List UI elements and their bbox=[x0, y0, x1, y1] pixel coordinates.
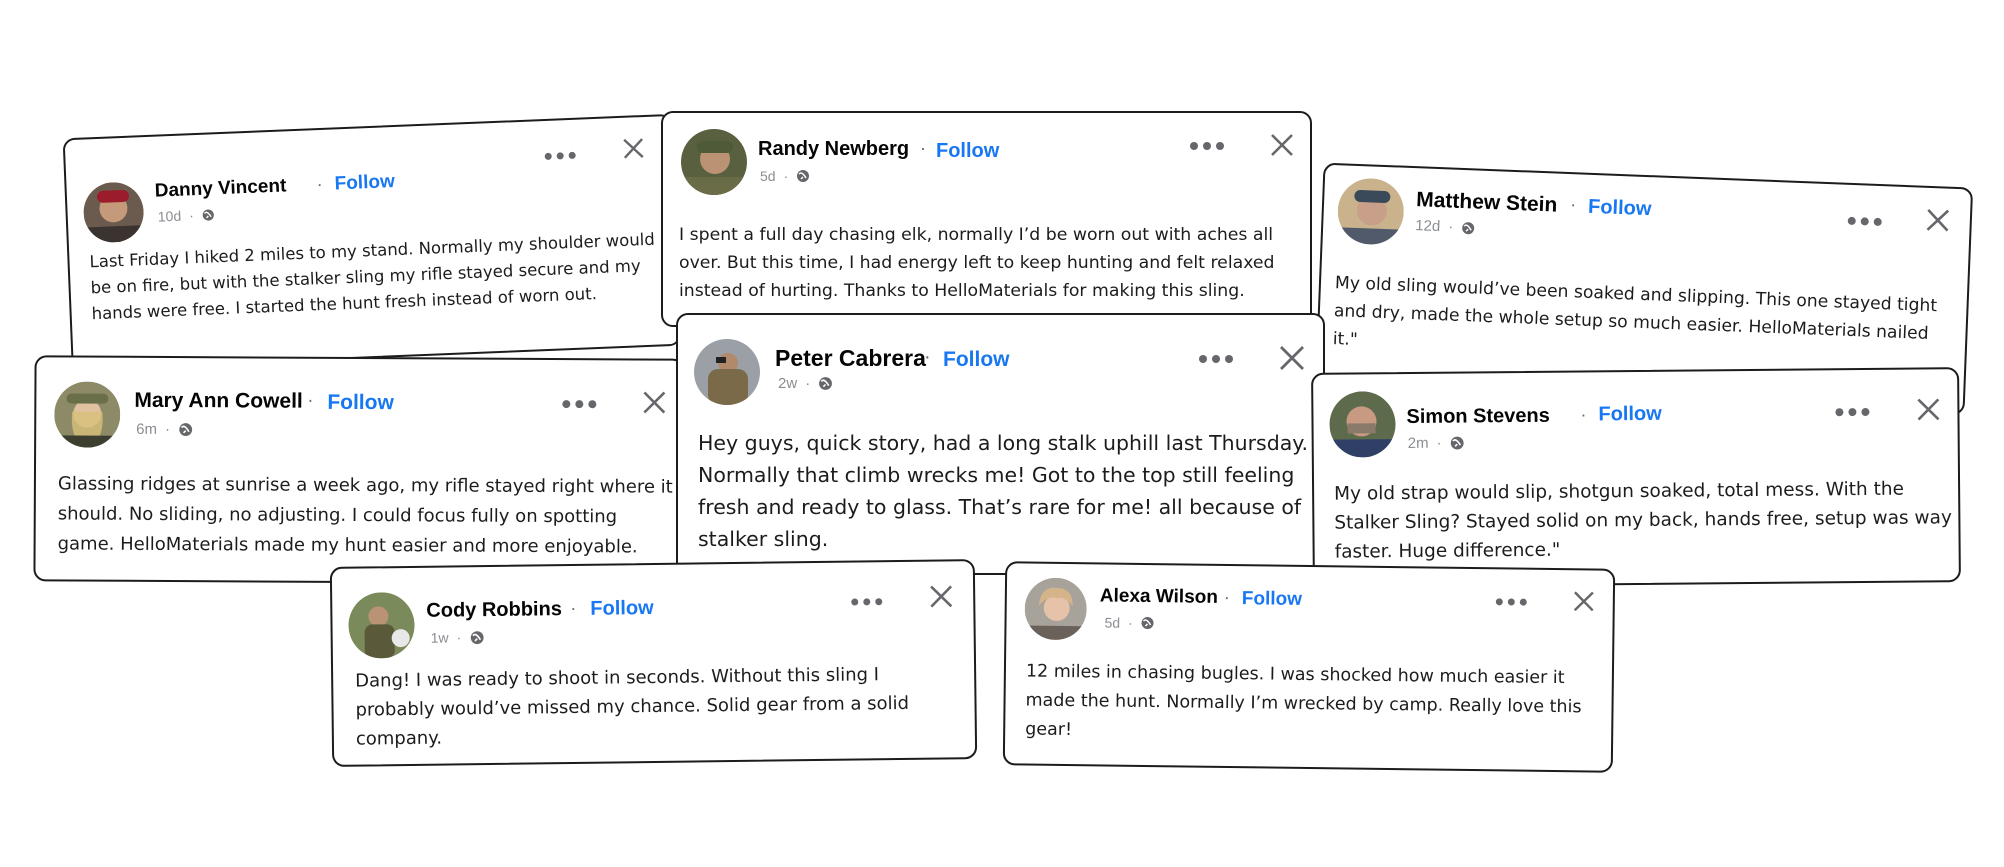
close-icon[interactable] bbox=[1916, 397, 1940, 421]
separator-dot: · bbox=[1569, 194, 1577, 215]
post-meta: 5d · bbox=[760, 168, 810, 184]
post-text: Glassing ridges at sunrise a week ago, m… bbox=[57, 473, 673, 558]
avatar[interactable] bbox=[1024, 577, 1088, 641]
more-options-icon[interactable] bbox=[1847, 216, 1882, 227]
post-time: 1w bbox=[430, 629, 449, 646]
globe-icon bbox=[179, 423, 192, 437]
post-card-peter-cabrera: Peter Cabrera · Follow 2w · Hey guys, qui… bbox=[676, 313, 1325, 575]
globe-icon bbox=[1141, 617, 1154, 630]
separator-dot: · bbox=[920, 138, 926, 158]
globe-icon bbox=[1450, 436, 1464, 450]
separator-dot: · bbox=[1223, 586, 1230, 608]
separator-dot: · bbox=[307, 389, 314, 410]
post-card-cody-robbins: Cody Robbins · Follow 1w · Dang! I was re… bbox=[329, 559, 978, 767]
post-time: 5d bbox=[760, 168, 776, 184]
avatar[interactable] bbox=[1336, 177, 1406, 246]
post-text: Hey guys, quick story, had a long stalk … bbox=[698, 431, 1309, 551]
post-time: 5d bbox=[1104, 614, 1121, 631]
author-name[interactable]: Danny Vincent bbox=[154, 175, 286, 202]
post-time: 6m bbox=[136, 420, 158, 438]
post-meta: 2w · bbox=[778, 375, 833, 392]
more-options-icon[interactable] bbox=[1835, 407, 1870, 417]
post-meta: 6m · bbox=[136, 421, 193, 438]
follow-button[interactable]: Follow bbox=[943, 348, 1010, 372]
post-time: 2w bbox=[778, 375, 798, 392]
post-text: My old sling would’ve been soaked and sl… bbox=[1332, 273, 1938, 351]
separator-dot: · bbox=[570, 597, 577, 619]
author-name[interactable]: Cody Robbins bbox=[426, 598, 562, 623]
close-icon[interactable] bbox=[622, 137, 645, 160]
globe-icon bbox=[202, 208, 214, 221]
author-name[interactable]: Randy Newberg bbox=[758, 138, 909, 161]
post-text: My old strap would slip, shotgun soaked,… bbox=[1334, 478, 1953, 563]
more-options-icon[interactable] bbox=[1199, 355, 1233, 363]
follow-button[interactable]: Follow bbox=[327, 391, 394, 415]
close-icon[interactable] bbox=[1279, 345, 1305, 371]
post-meta: 2m · bbox=[1407, 434, 1465, 452]
avatar[interactable] bbox=[54, 381, 121, 448]
post-meta: 12d · bbox=[1415, 217, 1476, 236]
post-card-randy-newberg: Randy Newberg · Follow 5d · I spent a ful… bbox=[661, 111, 1312, 327]
post-meta: 1w · bbox=[431, 629, 485, 646]
follow-button[interactable]: Follow bbox=[590, 597, 654, 621]
globe-icon bbox=[819, 377, 833, 390]
globe-icon bbox=[1462, 221, 1475, 234]
avatar[interactable] bbox=[1329, 391, 1396, 458]
follow-button[interactable]: Follow bbox=[1242, 588, 1302, 611]
post-text: Dang! I was ready to shoot in seconds. W… bbox=[355, 664, 910, 750]
post-meta: 10d · bbox=[157, 206, 215, 225]
follow-button[interactable]: Follow bbox=[936, 140, 999, 163]
close-icon[interactable] bbox=[1573, 590, 1595, 612]
more-options-icon[interactable] bbox=[1495, 598, 1527, 606]
close-icon[interactable] bbox=[1270, 133, 1294, 157]
post-text: 12 miles in chasing bugles. I was shocke… bbox=[1025, 661, 1582, 741]
post-card-simon-stevens: Simon Stevens · Follow 2m · My old strap … bbox=[1311, 367, 1961, 588]
avatar[interactable] bbox=[681, 129, 747, 195]
post-time: 10d bbox=[157, 207, 182, 225]
close-icon[interactable] bbox=[1925, 208, 1950, 233]
separator-dot: · bbox=[316, 173, 324, 195]
post-card-alexa-wilson: Alexa Wilson · Follow 5d · 12 miles in ch… bbox=[1002, 561, 1616, 773]
follow-button[interactable]: Follow bbox=[334, 171, 395, 195]
post-card-danny-vincent: Danny Vincent · Follow 10d · Last Friday … bbox=[62, 113, 682, 371]
author-name[interactable]: Mary Ann Cowell bbox=[134, 389, 303, 414]
globe-icon bbox=[797, 170, 810, 182]
post-text: I spent a full day chasing elk, normally… bbox=[679, 225, 1275, 301]
follow-button[interactable]: Follow bbox=[1588, 196, 1652, 221]
author-name[interactable]: Peter Cabrera bbox=[775, 345, 926, 372]
author-name[interactable]: Alexa Wilson bbox=[1100, 585, 1218, 608]
globe-icon bbox=[470, 630, 484, 644]
post-card-mary-ann-cowell: Mary Ann Cowell · Follow 6m · Glassing ri… bbox=[33, 355, 685, 585]
post-time: 12d bbox=[1414, 217, 1441, 236]
follow-button[interactable]: Follow bbox=[1598, 403, 1662, 427]
post-time: 2m bbox=[1407, 434, 1429, 452]
close-icon[interactable] bbox=[929, 584, 953, 608]
author-name[interactable]: Simon Stevens bbox=[1406, 405, 1550, 429]
avatar[interactable] bbox=[694, 339, 760, 405]
close-icon[interactable] bbox=[642, 390, 666, 414]
avatar[interactable] bbox=[348, 591, 415, 659]
more-options-icon[interactable] bbox=[851, 598, 883, 606]
separator-dot: · bbox=[1580, 404, 1587, 425]
author-name[interactable]: Matthew Stein bbox=[1416, 188, 1558, 217]
more-options-icon[interactable] bbox=[544, 151, 576, 160]
more-options-icon[interactable] bbox=[562, 400, 597, 409]
separator-dot: · bbox=[924, 346, 931, 368]
post-text: Last Friday I hiked 2 miles to my stand.… bbox=[89, 229, 656, 324]
avatar[interactable] bbox=[82, 181, 145, 244]
more-options-icon[interactable] bbox=[1190, 142, 1224, 150]
post-meta: 5d · bbox=[1104, 614, 1154, 631]
